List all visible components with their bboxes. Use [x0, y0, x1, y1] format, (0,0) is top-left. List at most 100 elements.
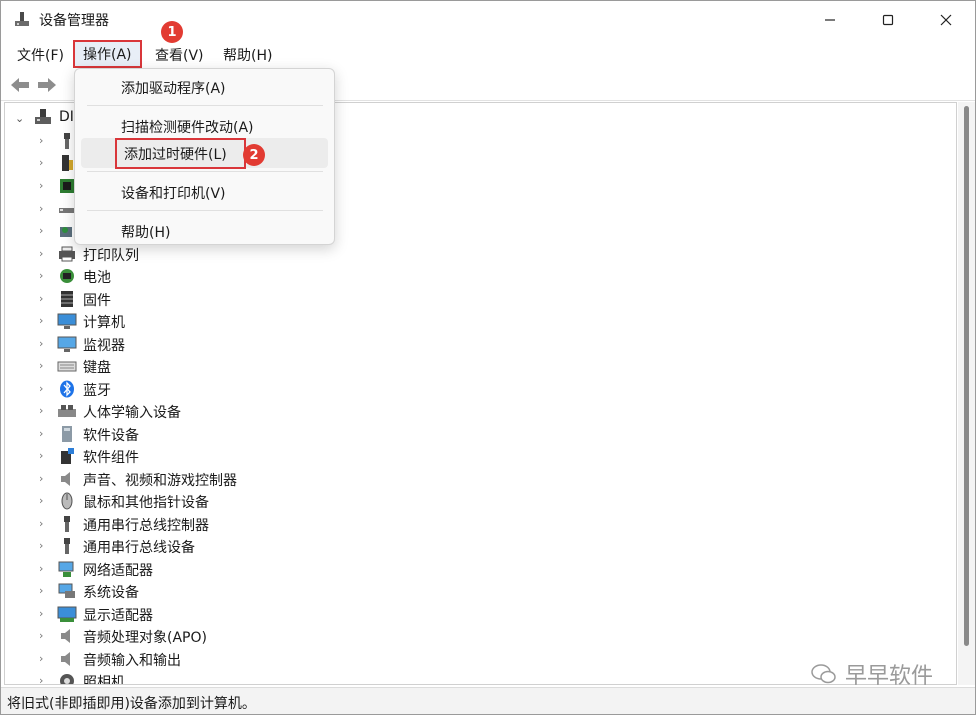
expand-chevron-icon[interactable]: › — [39, 270, 49, 282]
system-device-icon — [58, 583, 75, 598]
expand-chevron-icon[interactable]: › — [39, 563, 49, 575]
menu-file[interactable]: 文件(F) — [13, 41, 68, 67]
root-collapse-chevron-icon[interactable]: ⌄ — [15, 112, 24, 125]
expand-chevron-icon[interactable]: › — [39, 383, 49, 395]
window-title: 设备管理器 — [39, 13, 109, 29]
expand-chevron-icon[interactable]: › — [39, 248, 49, 260]
maximize-icon — [882, 14, 894, 26]
speaker-icon — [61, 629, 70, 643]
device-manager-window: 设备管理器 文件(F) 操作(A) 查看(V) 帮助(H) ⌄ DI › › ›… — [0, 0, 976, 715]
scrollbar-thumb[interactable] — [964, 106, 969, 646]
tree-row[interactable]: › 打印队列 — [5, 243, 955, 265]
close-button[interactable] — [917, 1, 975, 39]
expand-chevron-icon[interactable]: › — [39, 585, 49, 597]
forward-arrow-icon[interactable] — [36, 75, 58, 95]
tree-row[interactable]: › 鼠标和其他指针设备 — [5, 490, 955, 512]
menu-item-add-driver[interactable]: 添加驱动程序(A) — [81, 72, 328, 102]
menu-help[interactable]: 帮助(H) — [219, 41, 276, 67]
expand-chevron-icon[interactable]: › — [39, 540, 49, 552]
expand-chevron-icon[interactable]: › — [39, 428, 49, 440]
tree-row[interactable]: › 声音、视频和游戏控制器 — [5, 468, 955, 490]
tree-row-label: 通用串行总线设备 — [83, 540, 195, 556]
tree-row[interactable]: › 固件 — [5, 288, 955, 310]
tree-row-label: 固件 — [83, 293, 111, 309]
firmware-icon — [61, 291, 73, 307]
usb-icon — [64, 516, 70, 532]
tree-row[interactable]: › 音频处理对象(APO) — [5, 625, 955, 647]
expand-chevron-icon[interactable]: › — [39, 338, 49, 350]
expand-chevron-icon[interactable]: › — [39, 653, 49, 665]
expand-chevron-icon[interactable]: › — [39, 225, 49, 237]
software-device-icon — [62, 426, 72, 442]
expand-chevron-icon[interactable]: › — [39, 630, 49, 642]
expand-chevron-icon[interactable]: › — [39, 135, 49, 147]
tree-row[interactable]: › 网络适配器 — [5, 558, 955, 580]
wechat-logo-icon — [811, 664, 836, 684]
menu-separator — [87, 210, 323, 211]
expand-chevron-icon[interactable]: › — [39, 360, 49, 372]
expand-chevron-icon[interactable]: › — [39, 405, 49, 417]
menu-separator — [87, 105, 323, 106]
menu-item-devices-printers[interactable]: 设备和打印机(V) — [81, 177, 328, 207]
usb-icon — [64, 538, 70, 554]
tree-row-label: 网络适配器 — [83, 563, 153, 579]
step-callout-1: 1 — [161, 21, 183, 43]
tree-row-label: 系统设备 — [83, 585, 139, 601]
add-legacy-hardware-label: 添加过时硬件(L) — [115, 138, 246, 169]
back-arrow-icon[interactable] — [9, 75, 31, 95]
expand-chevron-icon[interactable]: › — [39, 518, 49, 530]
step-callout-2: 2 — [243, 144, 265, 166]
expand-chevron-icon[interactable]: › — [39, 495, 49, 507]
speaker-icon — [61, 652, 70, 666]
menu-item-scan-hardware[interactable]: 扫描检测硬件改动(A) — [81, 111, 328, 141]
keyboard-icon — [57, 361, 77, 372]
tree-row[interactable]: › 监视器 — [5, 333, 955, 355]
menu-action[interactable]: 操作(A) — [73, 40, 142, 68]
tree-row[interactable]: › 人体学输入设备 — [5, 400, 955, 422]
tree-row-label: 计算机 — [83, 315, 125, 331]
expand-chevron-icon[interactable]: › — [39, 157, 49, 169]
tree-row-label: 监视器 — [83, 338, 125, 354]
network-icon — [58, 561, 74, 577]
menu-bar: 文件(F) 操作(A) 查看(V) 帮助(H) — [1, 39, 975, 69]
tree-root-label[interactable]: DI — [59, 109, 74, 125]
expand-chevron-icon[interactable]: › — [39, 293, 49, 305]
vertical-scrollbar[interactable] — [958, 102, 975, 685]
menu-separator — [87, 171, 323, 172]
software-component-icon — [61, 448, 74, 464]
tree-row-label: 软件设备 — [83, 428, 139, 444]
expand-chevron-icon[interactable]: › — [39, 675, 49, 685]
tree-row-label: 音频输入和输出 — [83, 653, 181, 669]
tree-row[interactable]: › 计算机 — [5, 310, 955, 332]
tree-row[interactable]: › 系统设备 — [5, 580, 955, 602]
speaker-icon — [61, 472, 70, 486]
tree-row-label: 键盘 — [83, 360, 111, 376]
tree-row-label: 显示适配器 — [83, 608, 153, 624]
display-adapter-icon — [57, 606, 77, 622]
tree-row-label: 鼠标和其他指针设备 — [83, 495, 209, 511]
minimize-button[interactable] — [801, 1, 859, 39]
tree-row[interactable]: › 电池 — [5, 265, 955, 287]
tree-row[interactable]: › 软件设备 — [5, 423, 955, 445]
menu-view[interactable]: 查看(V) — [151, 41, 208, 67]
expand-chevron-icon[interactable]: › — [39, 180, 49, 192]
tree-row[interactable]: › 通用串行总线设备 — [5, 535, 955, 557]
tree-row[interactable]: › 键盘 — [5, 355, 955, 377]
menu-item-help[interactable]: 帮助(H) — [81, 216, 328, 246]
tree-row[interactable]: › 显示适配器 — [5, 603, 955, 625]
expand-chevron-icon[interactable]: › — [39, 315, 49, 327]
menu-item-add-legacy-hardware[interactable]: 添加过时硬件(L) — [81, 138, 328, 169]
tree-row[interactable]: › 软件组件 — [5, 445, 955, 467]
maximize-button[interactable] — [859, 1, 917, 39]
expand-chevron-icon[interactable]: › — [39, 473, 49, 485]
tree-row-label: 声音、视频和游戏控制器 — [83, 473, 237, 489]
mouse-icon — [61, 492, 73, 510]
computer-icon — [57, 313, 77, 329]
expand-chevron-icon[interactable]: › — [39, 203, 49, 215]
status-text: 将旧式(非即插即用)设备添加到计算机。 — [7, 696, 256, 712]
expand-chevron-icon[interactable]: › — [39, 608, 49, 620]
expand-chevron-icon[interactable]: › — [39, 450, 49, 462]
tree-row[interactable]: › 蓝牙 — [5, 378, 955, 400]
tree-row[interactable]: › 通用串行总线控制器 — [5, 513, 955, 535]
printer-icon — [59, 246, 75, 262]
